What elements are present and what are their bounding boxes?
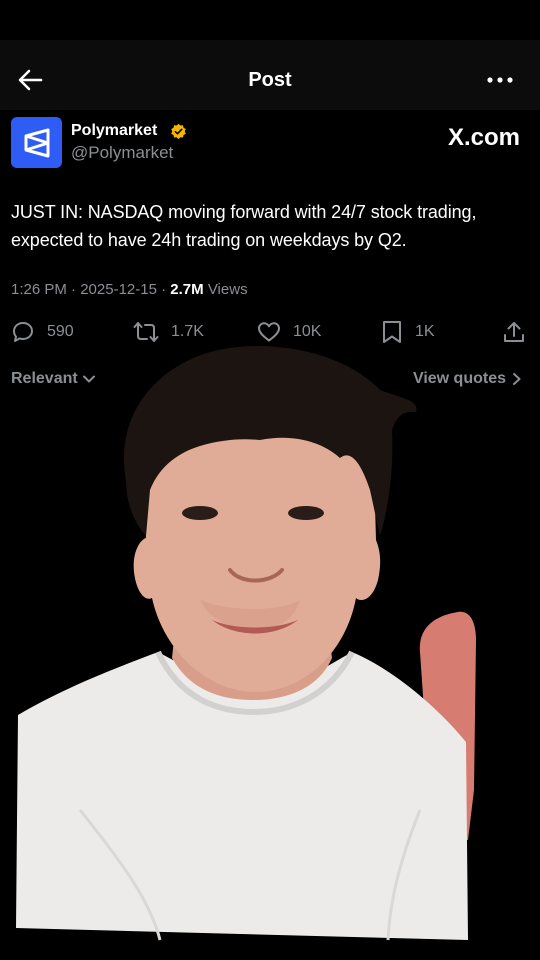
page-title: Post [248, 69, 292, 91]
author-handle[interactable]: @Polymarket [71, 143, 173, 163]
person-cutout-image [16, 346, 476, 941]
like-count: 10K [293, 323, 322, 340]
meta-separator: · [71, 281, 77, 298]
avatar[interactable] [11, 117, 62, 168]
post-meta: 1:26 PM · 2025-12-15 · 2.7M Views [11, 281, 248, 298]
repost-count: 1.7K [171, 323, 204, 340]
x-com-watermark: X.com [447, 124, 520, 151]
polymarket-logo [24, 128, 49, 157]
views-label: Views [207, 281, 248, 298]
post-text: JUST IN: NASDAQ moving forward with 24/7… [11, 202, 477, 250]
author-name[interactable]: Polymarket [71, 122, 157, 140]
reply-count: 590 [47, 323, 74, 340]
verified-badge-icon [171, 123, 186, 140]
ellipsis-icon [487, 77, 513, 83]
views-count[interactable]: 2.7M [170, 281, 203, 298]
more-options-button[interactable] [480, 67, 520, 93]
bookmark-count: 1K [415, 323, 435, 340]
status-bar [0, 0, 540, 40]
post-time: 1:26 PM [11, 281, 67, 298]
meta-separator: · [161, 281, 167, 298]
post-date: 2025-12-15 [80, 281, 157, 298]
top-navigation-bar: Post [0, 40, 540, 110]
